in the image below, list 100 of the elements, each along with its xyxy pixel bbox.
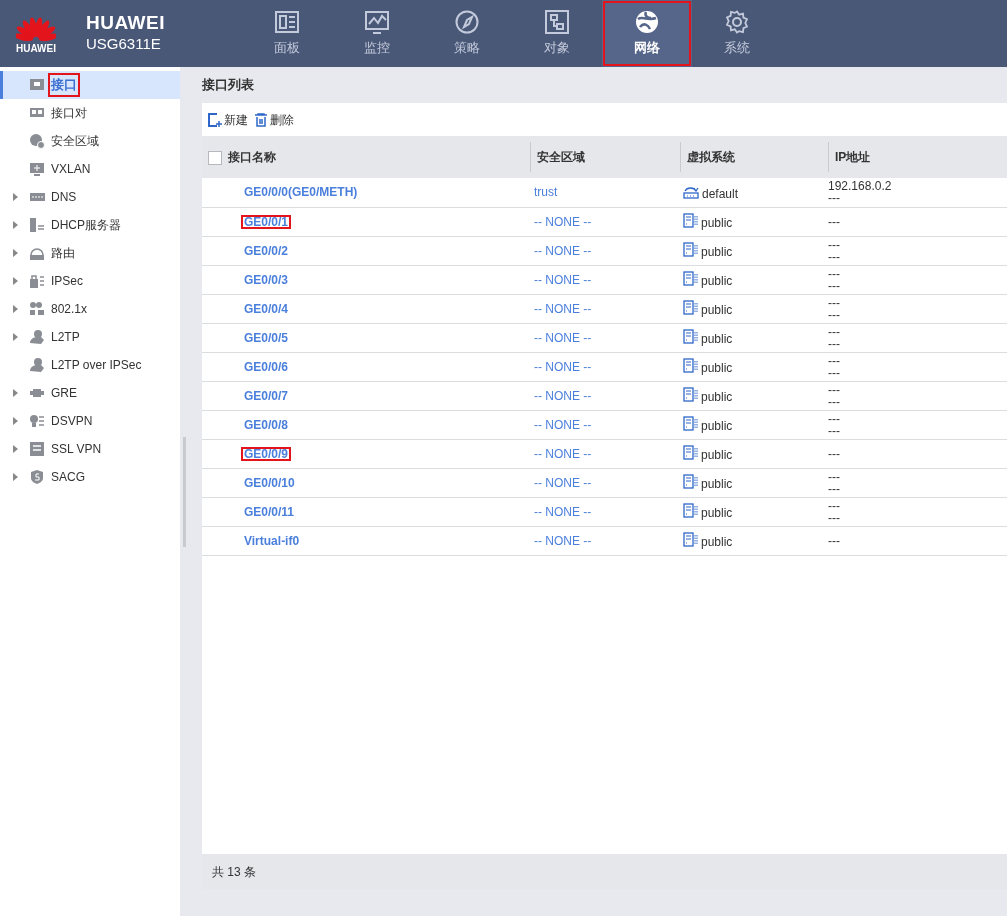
- ip-address: ---: [828, 192, 841, 205]
- server-icon: [683, 503, 698, 519]
- interface-link[interactable]: GE0/0/3: [240, 271, 293, 288]
- zone-link[interactable]: -- NONE --: [530, 330, 592, 345]
- sidebar-item[interactable]: L2TP over IPSec: [0, 351, 180, 379]
- zone-link[interactable]: -- NONE --: [530, 504, 592, 519]
- sidebar-item[interactable]: GRE: [0, 379, 180, 407]
- ip-address: ---: [828, 412, 841, 425]
- zone-link[interactable]: -- NONE --: [530, 243, 592, 258]
- ip-address: ---: [828, 279, 841, 292]
- ip-address: ---: [828, 325, 841, 338]
- interface-link[interactable]: GE0/0/10: [240, 474, 299, 491]
- interface-link[interactable]: GE0/0/7: [240, 387, 293, 404]
- vsys-name: public: [701, 214, 733, 232]
- vsys-name: default: [702, 185, 739, 203]
- column-header: 虚拟系统: [680, 142, 816, 172]
- column-header: 接口名称: [228, 150, 276, 164]
- new-button[interactable]: 新建: [208, 110, 248, 129]
- server-icon: [683, 271, 698, 287]
- interface-link[interactable]: GE0/0/6: [240, 358, 293, 375]
- port-icon: [29, 77, 45, 93]
- ip-address: ---: [828, 534, 841, 547]
- zone-link[interactable]: -- NONE --: [530, 417, 592, 432]
- ip-address: ---: [828, 354, 841, 367]
- zone-link[interactable]: -- NONE --: [530, 359, 592, 374]
- sidebar-item[interactable]: IPSec: [0, 267, 180, 295]
- interface-link[interactable]: Virtual-if0: [240, 532, 304, 549]
- ip-address: ---: [828, 308, 841, 321]
- zone-link[interactable]: -- NONE --: [530, 475, 592, 490]
- nav-tab[interactable]: 面板: [242, 0, 332, 67]
- panel-icon: [29, 441, 45, 457]
- ip-address: ---: [828, 395, 841, 408]
- server-icon: [683, 300, 698, 316]
- interface-link[interactable]: GE0/0/4: [240, 300, 293, 317]
- sidebar-item[interactable]: SSL VPN: [0, 435, 180, 463]
- compass-icon: [454, 9, 480, 34]
- zone-link[interactable]: -- NONE --: [530, 533, 592, 548]
- ip-address: ---: [828, 511, 841, 524]
- object-icon: [544, 9, 570, 34]
- dashboard-icon: [274, 9, 300, 34]
- sidebar-item[interactable]: DHCP服务器: [0, 211, 180, 239]
- zone-link[interactable]: -- NONE --: [530, 272, 592, 287]
- delete-button[interactable]: 删除: [254, 110, 294, 129]
- zone-link[interactable]: trust: [530, 185, 558, 200]
- sidebar-item[interactable]: 接口: [0, 71, 180, 99]
- lock-icon: [29, 273, 45, 289]
- sidebar-item[interactable]: 802.1x: [0, 295, 180, 323]
- column-header: 安全区域: [530, 142, 668, 172]
- nav-tab[interactable]: 对象: [512, 0, 602, 67]
- server-icon: [683, 358, 698, 374]
- ip-address: ---: [828, 250, 841, 263]
- screen-plus-icon: [29, 161, 45, 177]
- server-icon: [683, 532, 698, 548]
- interface-link[interactable]: GE0/0/11: [240, 503, 299, 520]
- router-icon: [29, 245, 45, 261]
- network-icon: [29, 301, 45, 317]
- server-icon: [683, 329, 698, 345]
- column-header: IP地址: [828, 142, 1001, 172]
- interface-link[interactable]: GE0/0/8: [240, 416, 293, 433]
- ip-address: ---: [828, 470, 841, 483]
- settings-icon: [724, 9, 750, 34]
- ip-address: ---: [828, 447, 841, 460]
- sidebar-item[interactable]: VXLAN: [0, 155, 180, 183]
- router-icon: [683, 184, 699, 199]
- nav-tab[interactable]: 网络: [602, 0, 692, 67]
- sidebar-item[interactable]: 路由: [0, 239, 180, 267]
- logo-text: HUAWEI: [16, 43, 56, 54]
- select-all-checkbox[interactable]: [208, 150, 222, 165]
- add-icon: [208, 112, 222, 127]
- server-icon: [683, 213, 698, 229]
- interface-link[interactable]: GE0/0/1: [240, 213, 293, 230]
- vsys-name: public: [701, 243, 733, 261]
- zone-link[interactable]: -- NONE --: [530, 301, 592, 316]
- sidebar-item[interactable]: 安全区域: [0, 127, 180, 155]
- sidebar-item[interactable]: DSVPN: [0, 407, 180, 435]
- server-icon: [683, 445, 698, 461]
- interface-link[interactable]: GE0/0/5: [240, 329, 293, 346]
- interface-link[interactable]: GE0/0/2: [240, 242, 293, 259]
- server-icon: [683, 242, 698, 258]
- vsys-name: public: [701, 446, 733, 464]
- vsys-name: public: [701, 475, 733, 493]
- zone-link[interactable]: -- NONE --: [530, 388, 592, 403]
- sidebar-item[interactable]: 接口对: [0, 99, 180, 127]
- ip-address: ---: [828, 215, 841, 228]
- trash-icon: [254, 112, 268, 127]
- sidebar-item[interactable]: DNS: [0, 183, 180, 211]
- zone-link[interactable]: -- NONE --: [530, 214, 592, 229]
- ip-address: ---: [828, 499, 841, 512]
- zone-icon: [29, 133, 45, 149]
- nav-tab[interactable]: 策略: [422, 0, 512, 67]
- panel-splitter[interactable]: [183, 436, 186, 547]
- sidebar-item[interactable]: L2TP: [0, 323, 180, 351]
- monitor-icon: [364, 9, 390, 34]
- sidebar-item[interactable]: SACG: [0, 463, 180, 491]
- nav-tab[interactable]: 监控: [332, 0, 422, 67]
- interface-link[interactable]: GE0/0/9: [240, 445, 293, 462]
- zone-link[interactable]: -- NONE --: [530, 446, 592, 461]
- ip-address: ---: [828, 366, 841, 379]
- nav-tab[interactable]: 系统: [692, 0, 782, 67]
- interface-link[interactable]: GE0/0/0(GE0/METH): [240, 184, 362, 201]
